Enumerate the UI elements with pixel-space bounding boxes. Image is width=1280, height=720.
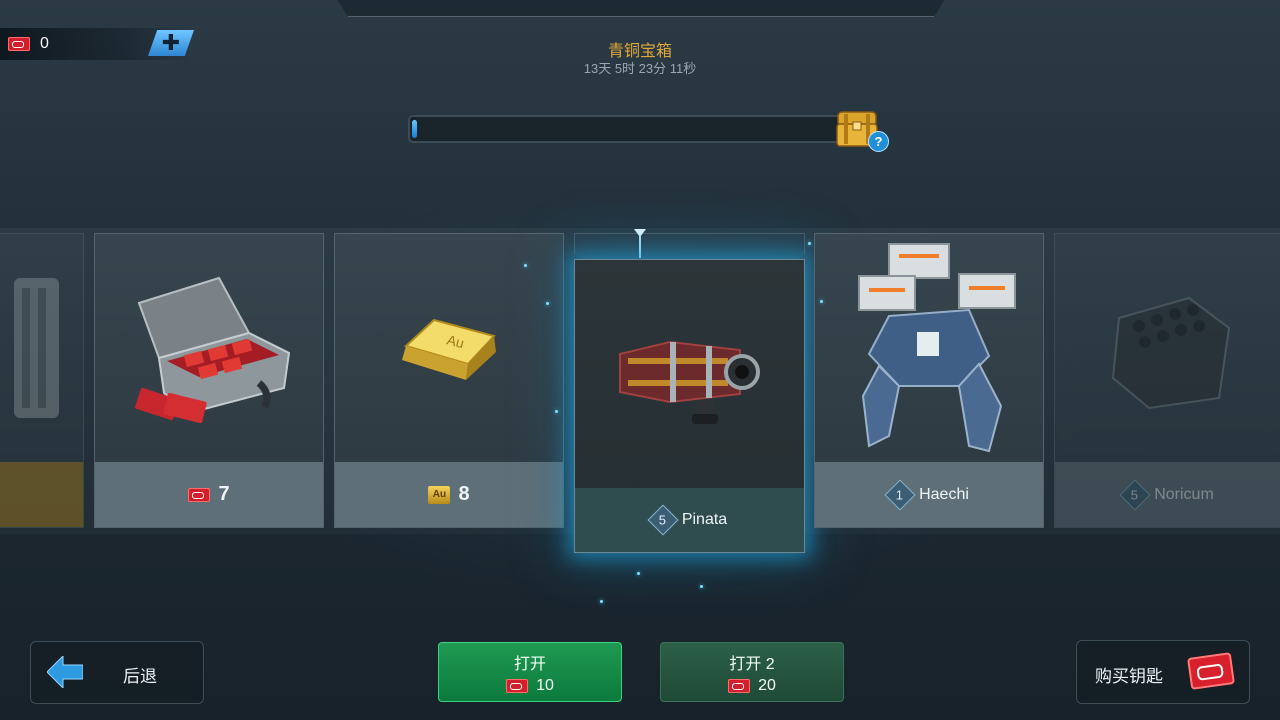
gold-icon: Au	[428, 485, 451, 504]
open-cost: 10	[506, 677, 554, 695]
reward-art	[815, 234, 1043, 462]
sparkle	[524, 264, 527, 267]
key-icon	[1186, 652, 1236, 690]
key-icon	[188, 487, 211, 502]
reward-card-partial	[0, 233, 84, 528]
sparkle	[600, 600, 603, 603]
item-name: Haechi	[919, 485, 969, 503]
reward-art	[0, 234, 83, 462]
chest-timer: 13天 5时 23分 11秒	[583, 61, 697, 76]
top-frame	[336, 0, 946, 17]
buy-keys-label: 购买钥匙	[1095, 667, 1163, 686]
sparkle	[637, 572, 640, 575]
reward-card-haechi: 1 Haechi	[814, 233, 1044, 528]
reward-card-footer: 7	[95, 462, 323, 527]
key-icon	[506, 678, 529, 693]
selection-frame	[574, 233, 805, 254]
chest-progress-bar	[408, 115, 844, 143]
open-cost-value: 10	[536, 676, 554, 694]
level-badge: 5	[647, 504, 679, 536]
back-button[interactable]: 后退	[30, 641, 204, 704]
sparkle	[820, 300, 823, 303]
buy-keys-button[interactable]: 购买钥匙	[1076, 640, 1250, 704]
reward-card-footer	[0, 462, 83, 527]
reward-art	[575, 260, 804, 488]
item-name: Noricum	[1154, 485, 1214, 503]
reward-card-pinata: 5 Pinata	[574, 259, 805, 553]
gold-bar-icon: Au	[402, 318, 496, 380]
help-button[interactable]: ?	[868, 131, 889, 152]
open-label: 打开	[513, 655, 546, 673]
back-arrow-icon	[47, 656, 83, 688]
reward-card-footer: 5 Noricum	[1055, 462, 1280, 527]
open-2-cost-value: 20	[758, 676, 776, 694]
pinata-weapon-icon	[618, 340, 760, 424]
open-2-label: 打开 2	[729, 655, 775, 673]
selection-marker	[634, 229, 646, 237]
key-case-icon	[135, 276, 291, 423]
key-icon	[728, 678, 751, 693]
reward-card-footer: Au 8	[335, 462, 563, 527]
level-badge: 5	[1119, 478, 1151, 511]
open-2-button[interactable]: 打开 2 20	[660, 642, 844, 702]
reward-card-gold: Au Au 8	[334, 233, 564, 528]
reward-card-keys: 7	[94, 233, 324, 528]
reward-art: Au	[335, 234, 563, 462]
help-icon: ?	[874, 134, 883, 149]
reward-card-footer: 1 Haechi	[815, 462, 1043, 527]
robot-part-icon	[14, 278, 59, 418]
level-badge: 1	[884, 478, 916, 511]
open-button[interactable]: 打开 10	[438, 642, 622, 702]
reward-card-footer: 5 Pinata	[575, 488, 804, 552]
back-label: 后退	[123, 667, 157, 686]
reward-amount: 7	[218, 483, 230, 505]
sparkle	[700, 585, 703, 588]
sparkle	[546, 302, 549, 305]
item-name: Pinata	[681, 511, 728, 528]
sparkle	[808, 242, 811, 245]
haechi-robot-icon	[858, 242, 1016, 452]
sparkle	[555, 410, 558, 413]
open-2-cost: 20	[728, 677, 776, 695]
reward-art	[1055, 234, 1280, 462]
reward-art	[95, 234, 323, 462]
selection-line	[639, 236, 641, 258]
reward-amount: 8	[458, 483, 470, 505]
chest-progress-fill	[412, 120, 417, 138]
noricum-weapon-icon	[1111, 296, 1231, 410]
reward-card-noricum: 5 Noricum	[1054, 233, 1280, 528]
